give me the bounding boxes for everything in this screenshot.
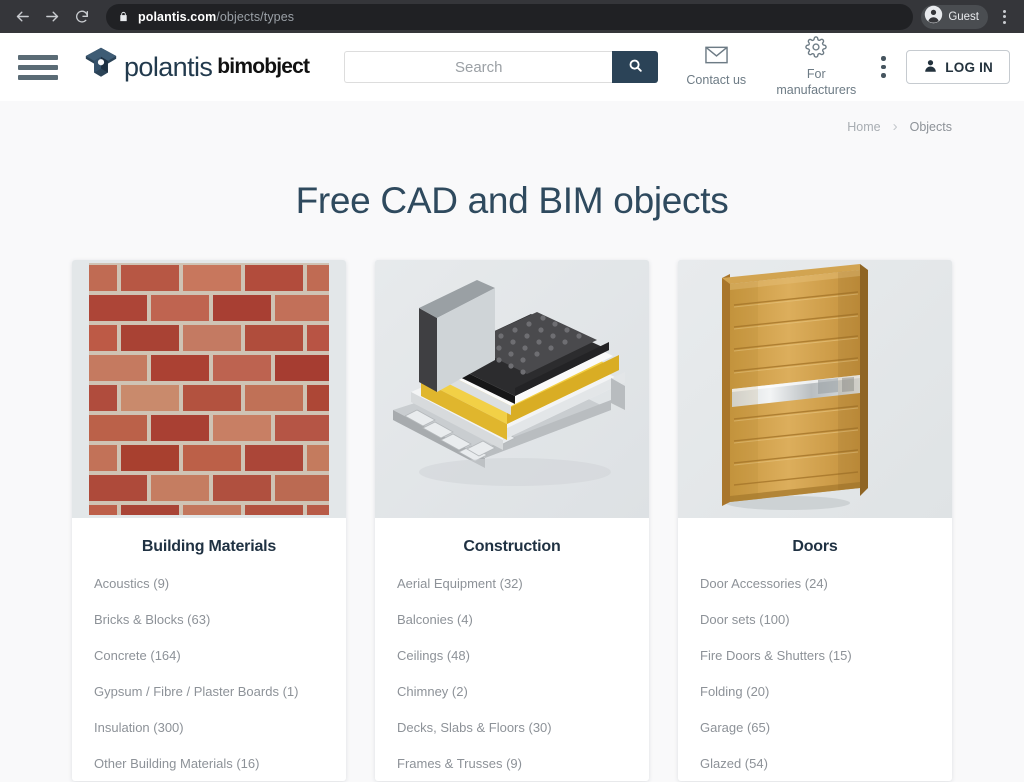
site-logo[interactable]: polantis bimobject	[80, 45, 310, 90]
url-path: /objects/types	[216, 9, 295, 24]
category-link[interactable]: Glazed (54)	[700, 745, 930, 781]
category-card[interactable]: Construction Aerial Equipment (32) Balco…	[375, 260, 649, 781]
page-title: Free CAD and BIM objects	[295, 180, 729, 221]
category-link[interactable]: Chimney (2)	[397, 673, 627, 709]
kebab-menu-icon[interactable]	[992, 3, 1016, 31]
browser-toolbar: polantis.com/objects/types Guest	[0, 0, 1024, 33]
card-body: Construction Aerial Equipment (32) Balco…	[375, 518, 649, 781]
contact-us-label: Contact us	[686, 72, 747, 87]
back-arrow-icon	[14, 8, 31, 25]
category-link[interactable]: Door sets (100)	[700, 601, 930, 637]
back-button[interactable]	[8, 3, 36, 31]
header-actions: Contact us For manufacturers LOG IN	[666, 36, 1010, 98]
category-link[interactable]: Bricks & Blocks (63)	[94, 601, 324, 637]
search-button[interactable]	[612, 51, 659, 83]
category-link[interactable]: Frames & Trusses (9)	[397, 745, 627, 781]
category-link[interactable]: Aerial Equipment (32)	[397, 565, 627, 601]
card-body: Doors Door Accessories (24) Door sets (1…	[678, 518, 952, 781]
category-card-grid: Building Materials Acoustics (9) Bricks …	[0, 260, 1024, 781]
url-host: polantis.com	[138, 9, 217, 24]
envelope-icon	[705, 46, 728, 70]
card-image-building-materials	[72, 260, 346, 518]
login-button[interactable]: LOG IN	[906, 50, 1010, 84]
for-manufacturers-action[interactable]: For manufacturers	[766, 36, 866, 98]
reload-icon	[74, 9, 90, 25]
category-link[interactable]: Folding (20)	[700, 673, 930, 709]
category-link[interactable]: Ceilings (48)	[397, 637, 627, 673]
url-text: polantis.com/objects/types	[138, 10, 294, 24]
gear-icon	[805, 36, 828, 64]
category-link[interactable]: Decks, Slabs & Floors (30)	[397, 709, 627, 745]
address-bar[interactable]: polantis.com/objects/types	[106, 3, 914, 30]
roof-slab-assembly-image	[375, 260, 649, 518]
vertical-dots-icon[interactable]	[866, 47, 900, 87]
wooden-door-image	[678, 260, 952, 518]
profile-name: Guest	[948, 10, 979, 23]
category-link[interactable]: Balconies (4)	[397, 601, 627, 637]
contact-us-action[interactable]: Contact us	[666, 46, 766, 89]
category-link[interactable]: Concrete (164)	[94, 637, 324, 673]
category-list: Acoustics (9) Bricks & Blocks (63) Concr…	[94, 565, 324, 781]
card-image-doors	[678, 260, 952, 518]
site-header: polantis bimobject Contact us	[0, 33, 1024, 101]
login-label: LOG IN	[945, 59, 993, 75]
hamburger-menu-icon[interactable]	[18, 54, 58, 80]
account-avatar-icon	[924, 5, 943, 29]
category-link[interactable]: Door Accessories (24)	[700, 565, 930, 601]
breadcrumb: Home › Objects	[0, 101, 1024, 134]
category-link[interactable]: Gypsum / Fibre / Plaster Boards (1)	[94, 673, 324, 709]
lock-icon	[118, 10, 129, 23]
for-manufacturers-label: For manufacturers	[776, 66, 857, 97]
card-image-construction	[375, 260, 649, 518]
breadcrumb-home[interactable]: Home	[847, 120, 880, 134]
page-content: Home › Objects Free CAD and BIM objects	[0, 101, 1024, 782]
category-link[interactable]: Insulation (300)	[94, 709, 324, 745]
polantis-cube-logo-icon	[80, 45, 122, 90]
card-title: Construction	[463, 538, 561, 555]
forward-button[interactable]	[38, 3, 66, 31]
reload-button[interactable]	[68, 3, 96, 31]
forward-arrow-icon	[44, 8, 61, 25]
category-link[interactable]: Fire Doors & Shutters (15)	[700, 637, 930, 673]
category-link[interactable]: Acoustics (9)	[94, 565, 324, 601]
profile-chip[interactable]: Guest	[921, 4, 988, 29]
card-title: Building Materials	[141, 538, 277, 555]
category-list: Door Accessories (24) Door sets (100) Fi…	[700, 565, 930, 781]
category-link[interactable]: Other Building Materials (16)	[94, 745, 324, 781]
card-title: Doors	[792, 538, 838, 555]
breadcrumb-separator-icon: ›	[892, 118, 898, 135]
search-icon	[628, 58, 643, 76]
breadcrumb-current: Objects	[909, 119, 952, 134]
category-card[interactable]: Doors Door Accessories (24) Door sets (1…	[678, 260, 952, 781]
category-list: Aerial Equipment (32) Balconies (4) Ceil…	[397, 565, 627, 781]
category-link[interactable]: Garage (65)	[700, 709, 930, 745]
user-icon	[923, 58, 938, 76]
card-body: Building Materials Acoustics (9) Bricks …	[72, 518, 346, 781]
search-bar	[344, 51, 659, 83]
category-card[interactable]: Building Materials Acoustics (9) Bricks …	[72, 260, 346, 781]
logo-wordmark-secondary: bimobject	[217, 55, 310, 78]
search-input[interactable]	[344, 51, 613, 83]
brick-wall-image	[89, 263, 329, 515]
logo-wordmark: polantis	[124, 51, 213, 82]
